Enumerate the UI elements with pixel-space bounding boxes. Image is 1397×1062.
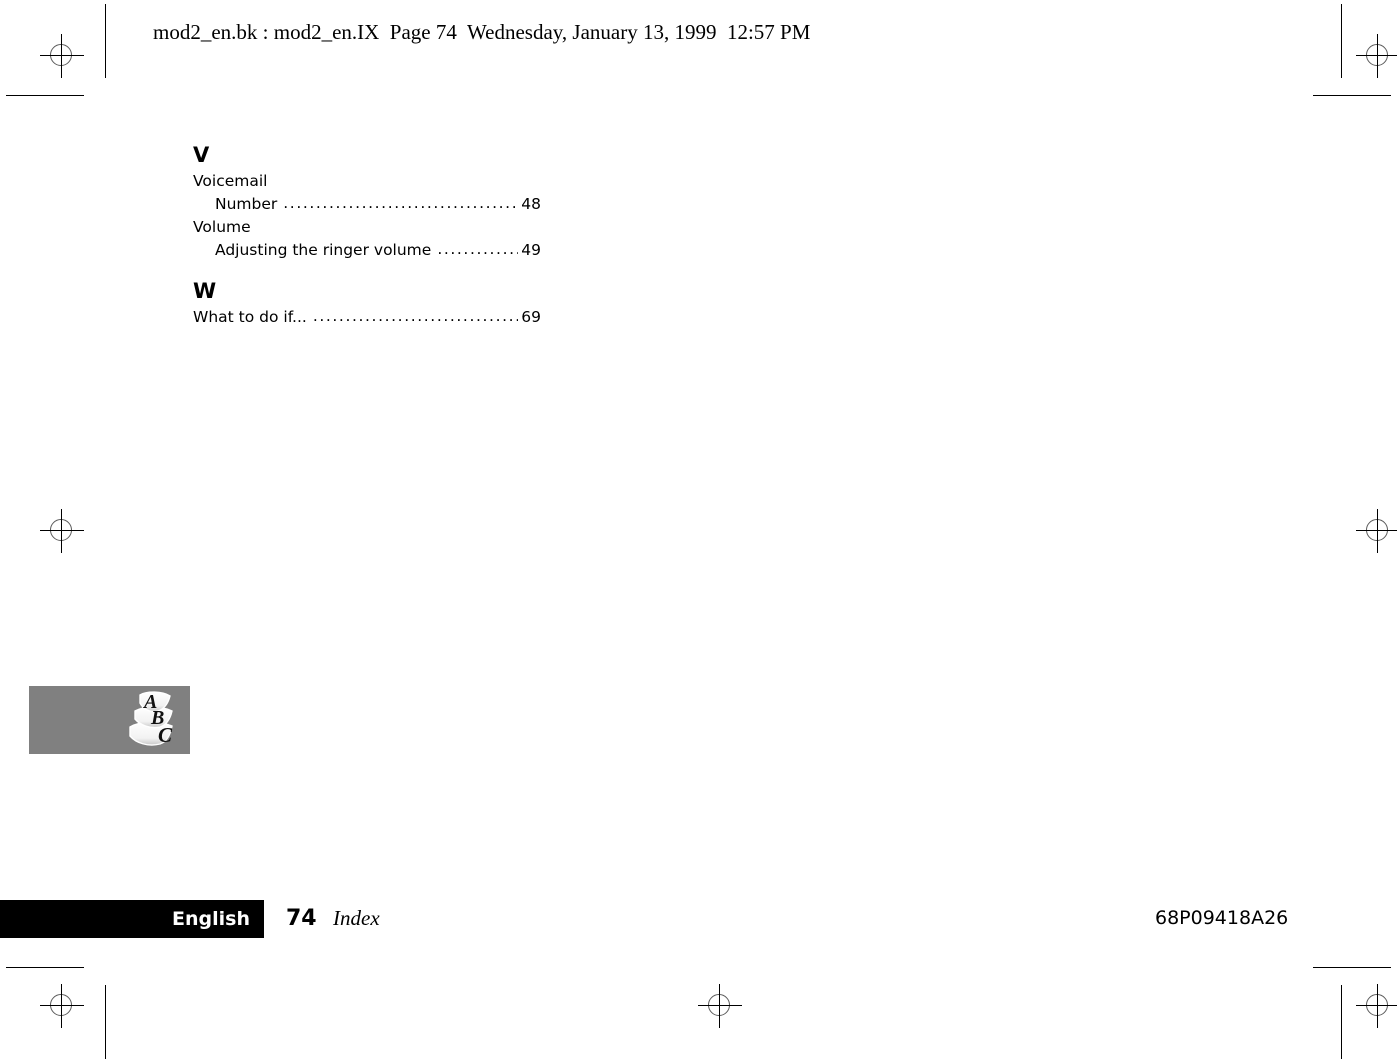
crop-line-right-lower [1341,985,1342,1059]
registration-crosshair-horizontal [698,1005,742,1006]
registration-mark-bottom-right [1356,984,1397,1028]
index-entry-adjusting-ringer-volume[interactable]: Adjusting the ringer volume ............… [193,239,541,262]
footer-page-number: 74 [286,906,317,931]
crop-line-top-left [6,95,84,96]
index-section-w: W What to do if... .....................… [193,279,541,329]
registration-mark-top-right [1356,34,1397,78]
index-entry-page: 48 [521,195,541,213]
dot-leader: ........................................… [437,242,518,258]
crop-line-right-upper [1341,4,1342,78]
index-letter-heading-w: W [193,279,217,303]
footer-language-label: English [172,908,250,930]
footer-section-label: Index [333,906,380,930]
registration-crosshair-horizontal [40,530,84,531]
registration-mark-bottom-left [40,984,84,1028]
registration-crosshair-horizontal [1356,530,1397,531]
index-entry-page: 69 [521,308,541,326]
index-entry-what-to-do-if[interactable]: What to do if... .......................… [193,306,541,329]
index-entry-term: Voicemail [193,172,268,190]
index-letter-heading-v: V [193,143,210,167]
index-entry-term: Volume [193,218,251,236]
svg-text:C: C [158,723,173,747]
crop-line-bottom-right [1313,967,1391,968]
registration-crosshair-vertical [61,34,62,78]
index-entry-page: 49 [521,241,541,259]
crop-line-top-right [1313,95,1391,96]
registration-crosshair-horizontal [1356,55,1397,56]
footer-part-number: 68P09418A26 [1155,907,1289,929]
registration-crosshair-vertical [1377,34,1378,78]
registration-crosshair-horizontal [1356,1005,1397,1006]
registration-mark-mid-right [1356,509,1397,553]
index-section-v: V Voicemail Number .....................… [193,143,541,262]
index-entry-term: What to do if... [193,308,307,326]
dot-leader: ........................................… [312,309,518,325]
registration-mark-bottom-center [698,984,742,1028]
registration-crosshair-vertical [719,984,720,1028]
index-entry-volume[interactable]: Volume [193,216,541,239]
footer-language-bar: English [0,900,264,938]
registration-crosshair-vertical [1377,509,1378,553]
registration-crosshair-vertical [61,984,62,1028]
abc-logo-box: A B C [29,686,190,754]
index-entry-term: Number [215,195,278,213]
abc-book-logo-icon: A B C [129,691,173,747]
dot-leader: ........................................… [283,196,519,212]
index-entry-voicemail[interactable]: Voicemail [193,170,541,193]
registration-mark-top-left [40,34,84,78]
index-entry-term: Adjusting the ringer volume [215,241,432,259]
registration-mark-mid-left [40,509,84,553]
crop-line-left-upper [105,4,106,78]
registration-crosshair-horizontal [40,55,84,56]
crop-line-bottom-left [6,967,84,968]
file-header-line: mod2_en.bk : mod2_en.IX Page 74 Wednesda… [153,20,811,44]
crop-line-left-lower [105,985,106,1059]
index-content: V Voicemail Number .....................… [193,143,541,329]
registration-crosshair-vertical [61,509,62,553]
index-entry-voicemail-number[interactable]: Number .................................… [193,193,541,216]
registration-crosshair-horizontal [40,1005,84,1006]
registration-crosshair-vertical [1377,984,1378,1028]
